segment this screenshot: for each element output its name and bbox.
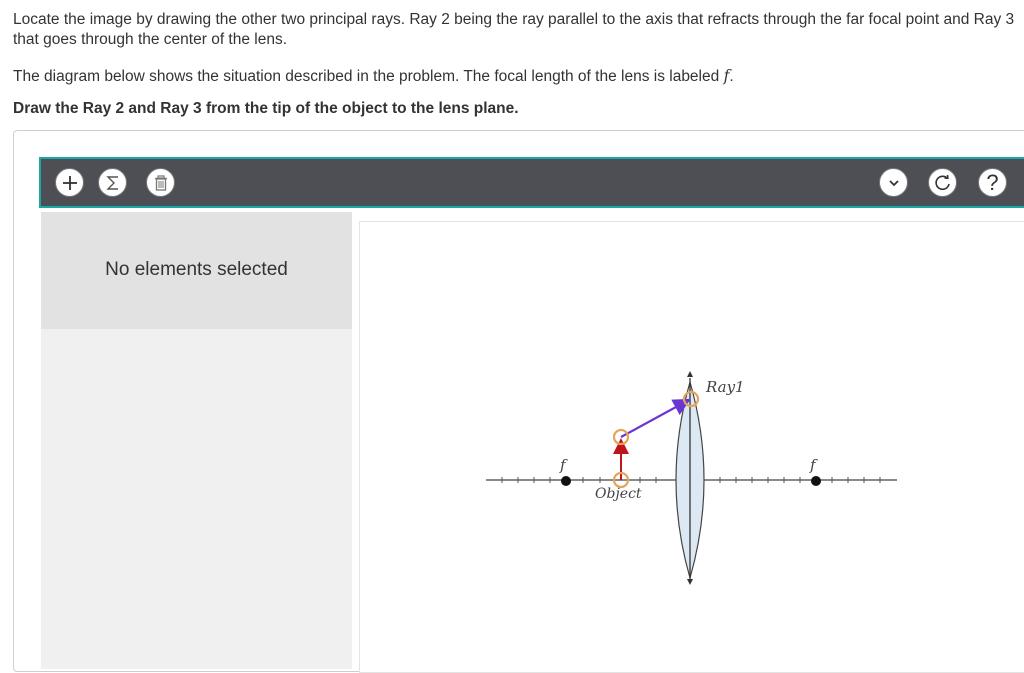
delete-button[interactable] [146, 168, 175, 197]
focal-point-left [561, 476, 571, 486]
lens-top-tip [687, 371, 693, 377]
diagram-note-suffix: . [729, 68, 734, 85]
diagram-note-prefix: The diagram below shows the situation de… [13, 68, 720, 85]
drawing-canvas[interactable]: f f Object Ray1 [359, 221, 1024, 673]
sigma-icon [105, 175, 118, 190]
focal-label-right: f [809, 456, 818, 474]
selection-panel: No elements selected [41, 212, 352, 329]
selection-status: No elements selected [105, 259, 288, 280]
toolbar: ? [39, 157, 1024, 208]
focal-point-right [811, 476, 821, 486]
expand-button[interactable] [879, 168, 908, 197]
lens-bottom-tip [687, 579, 693, 585]
reset-button[interactable] [928, 168, 957, 197]
instructions-text: Locate the image by drawing the other tw… [13, 11, 1015, 48]
object-label: Object [595, 486, 642, 502]
task-text: Draw the Ray 2 and Ray 3 from the tip of… [13, 100, 519, 117]
chevron-down-icon [888, 179, 899, 186]
ray1-label: Ray1 [705, 378, 745, 396]
trash-icon [154, 174, 167, 191]
lens-diagram: f f Object Ray1 [486, 371, 897, 585]
diagram-note: The diagram below shows the situation de… [13, 66, 734, 87]
add-button[interactable] [55, 168, 84, 197]
panel-background [41, 329, 352, 669]
sum-button[interactable] [98, 168, 127, 197]
refresh-icon [934, 174, 950, 190]
help-button[interactable]: ? [978, 168, 1007, 197]
ray1-line[interactable] [620, 398, 691, 438]
focal-label-left: f [559, 456, 568, 474]
plus-icon [62, 175, 77, 190]
